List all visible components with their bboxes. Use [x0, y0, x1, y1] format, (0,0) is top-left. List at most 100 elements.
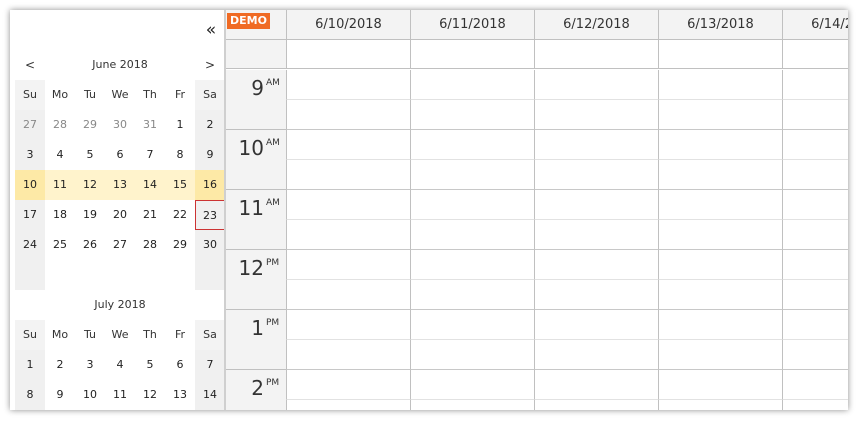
- day-cell[interactable]: 13: [105, 170, 135, 200]
- time-slot[interactable]: [658, 160, 782, 190]
- day-cell[interactable]: 25: [45, 230, 75, 260]
- time-slot[interactable]: [410, 160, 534, 190]
- day-cell[interactable]: 22: [165, 200, 195, 230]
- time-slot[interactable]: [286, 400, 410, 410]
- day-cell[interactable]: 2: [195, 110, 225, 140]
- day-cell[interactable]: 31: [135, 110, 165, 140]
- time-slot[interactable]: [286, 280, 410, 310]
- time-slot[interactable]: [410, 220, 534, 250]
- allday-cell[interactable]: [782, 40, 848, 69]
- time-slot[interactable]: [534, 100, 658, 130]
- time-slot[interactable]: [286, 250, 410, 280]
- time-slot[interactable]: [782, 340, 848, 370]
- time-slot[interactable]: [782, 70, 848, 100]
- day-cell[interactable]: 20: [105, 200, 135, 230]
- day-cell[interactable]: 3: [75, 350, 105, 380]
- column-header[interactable]: 6/12/2018: [534, 10, 658, 40]
- collapse-navigator-button[interactable]: «: [200, 19, 222, 41]
- time-slot[interactable]: [286, 70, 410, 100]
- time-slot[interactable]: [410, 400, 534, 410]
- day-cell[interactable]: 11: [105, 380, 135, 410]
- time-slot[interactable]: [658, 130, 782, 160]
- day-cell[interactable]: 28: [135, 230, 165, 260]
- day-cell[interactable]: 30: [195, 230, 225, 260]
- day-cell[interactable]: 14: [135, 170, 165, 200]
- day-cell[interactable]: 26: [75, 230, 105, 260]
- day-cell[interactable]: 4: [105, 350, 135, 380]
- day-cell[interactable]: 5: [75, 140, 105, 170]
- time-slot[interactable]: [658, 100, 782, 130]
- day-cell[interactable]: 17: [15, 200, 45, 230]
- time-slot[interactable]: [782, 310, 848, 340]
- time-slot[interactable]: [534, 310, 658, 340]
- time-slot[interactable]: [286, 130, 410, 160]
- day-cell[interactable]: 10: [75, 380, 105, 410]
- time-slot[interactable]: [286, 370, 410, 400]
- time-slot[interactable]: [534, 400, 658, 410]
- day-cell[interactable]: 2: [45, 350, 75, 380]
- next-month-button[interactable]: >: [195, 50, 225, 80]
- time-slot[interactable]: [410, 310, 534, 340]
- time-slot[interactable]: [658, 400, 782, 410]
- day-cell[interactable]: 27: [15, 110, 45, 140]
- day-cell[interactable]: 11: [45, 170, 75, 200]
- time-slot[interactable]: [410, 280, 534, 310]
- time-slot[interactable]: [782, 400, 848, 410]
- time-slot[interactable]: [286, 340, 410, 370]
- day-cell[interactable]: 9: [45, 380, 75, 410]
- time-slot[interactable]: [534, 340, 658, 370]
- time-slot[interactable]: [782, 130, 848, 160]
- time-slot[interactable]: [658, 70, 782, 100]
- day-cell[interactable]: 30: [105, 110, 135, 140]
- day-cell[interactable]: 16: [195, 170, 225, 200]
- day-cell[interactable]: 13: [165, 380, 195, 410]
- time-slot[interactable]: [286, 220, 410, 250]
- day-cell[interactable]: 3: [15, 140, 45, 170]
- time-slot[interactable]: [410, 340, 534, 370]
- day-cell[interactable]: 7: [195, 350, 225, 380]
- day-cell[interactable]: 19: [75, 200, 105, 230]
- time-slot[interactable]: [658, 190, 782, 220]
- time-slot[interactable]: [658, 370, 782, 400]
- day-cell[interactable]: 28: [45, 110, 75, 140]
- allday-cell[interactable]: [534, 40, 658, 69]
- day-cell[interactable]: 23: [195, 200, 225, 230]
- time-slot[interactable]: [782, 160, 848, 190]
- time-slot[interactable]: [534, 220, 658, 250]
- time-slot[interactable]: [286, 310, 410, 340]
- day-cell[interactable]: 1: [165, 110, 195, 140]
- time-slot[interactable]: [286, 160, 410, 190]
- time-slot[interactable]: [782, 100, 848, 130]
- prev-month-button[interactable]: <: [15, 50, 45, 80]
- day-cell[interactable]: 29: [75, 110, 105, 140]
- day-cell[interactable]: 15: [165, 170, 195, 200]
- time-slot[interactable]: [782, 250, 848, 280]
- day-cell[interactable]: 6: [165, 350, 195, 380]
- day-cell[interactable]: 8: [165, 140, 195, 170]
- time-slot[interactable]: [534, 370, 658, 400]
- time-slot[interactable]: [658, 310, 782, 340]
- day-cell[interactable]: 5: [135, 350, 165, 380]
- time-slot[interactable]: [534, 70, 658, 100]
- time-slot[interactable]: [658, 220, 782, 250]
- time-slot[interactable]: [286, 190, 410, 220]
- time-slot[interactable]: [782, 220, 848, 250]
- time-slot[interactable]: [410, 190, 534, 220]
- allday-cell[interactable]: [286, 40, 410, 69]
- column-header[interactable]: 6/10/2018: [286, 10, 410, 40]
- time-slot[interactable]: [534, 280, 658, 310]
- time-slot[interactable]: [658, 280, 782, 310]
- day-cell[interactable]: 10: [15, 170, 45, 200]
- column-header[interactable]: 6/14/2018: [782, 10, 848, 40]
- time-slot[interactable]: [286, 100, 410, 130]
- time-slot[interactable]: [410, 130, 534, 160]
- allday-cell[interactable]: [658, 40, 782, 69]
- day-cell[interactable]: 4: [45, 140, 75, 170]
- day-cell[interactable]: 24: [15, 230, 45, 260]
- time-slot[interactable]: [782, 370, 848, 400]
- day-cell[interactable]: 7: [135, 140, 165, 170]
- day-cell[interactable]: 29: [165, 230, 195, 260]
- allday-cell[interactable]: [410, 40, 534, 69]
- day-cell[interactable]: 18: [45, 200, 75, 230]
- time-slot[interactable]: [534, 130, 658, 160]
